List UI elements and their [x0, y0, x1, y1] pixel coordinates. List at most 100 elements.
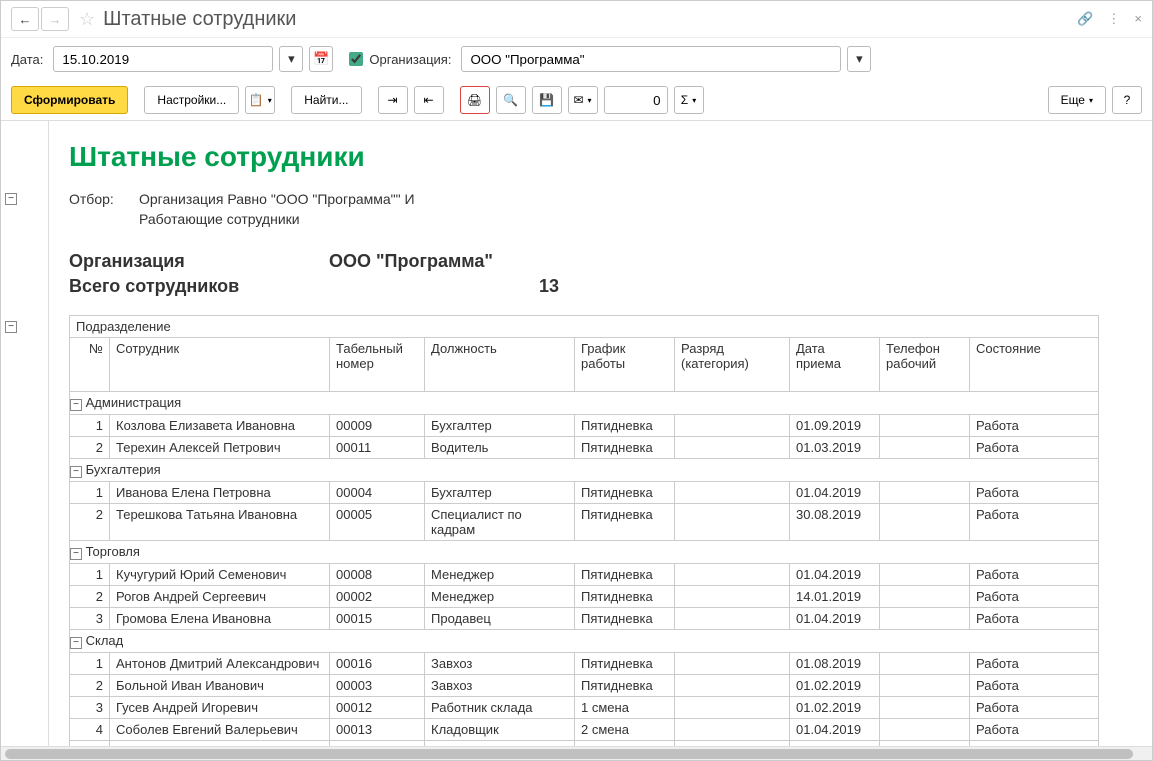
preview-button[interactable]: 🔍	[496, 86, 526, 114]
cell-state: Работа	[970, 504, 1099, 541]
cell-phone	[880, 564, 970, 586]
outline-collapse-2[interactable]: −	[5, 321, 17, 333]
cell-hired: 01.09.2019	[790, 415, 880, 437]
col-pos: Должность	[425, 338, 575, 392]
cell-num: 3	[70, 697, 110, 719]
titlebar: ← → ☆ Штатные сотрудники 🔗 ⋮ ×	[1, 1, 1152, 38]
menu-dots-icon[interactable]: ⋮	[1107, 11, 1120, 27]
mail-button[interactable]: ✉▾	[568, 86, 598, 114]
org-input[interactable]	[461, 46, 841, 72]
date-calendar-button[interactable]: 📅	[309, 46, 333, 72]
cell-emp: Терехин Алексей Петрович	[110, 437, 330, 459]
cell-hired: 30.08.2019	[790, 504, 880, 541]
cell-cat	[675, 741, 790, 747]
table-row[interactable]: 1Кучугурий Юрий Семенович00008МенеджерПя…	[70, 564, 1099, 586]
filter-text-2: Работающие сотрудники	[139, 211, 300, 227]
cell-state: Работа	[970, 564, 1099, 586]
cell-emp: Гусев Андрей Игоревич	[110, 697, 330, 719]
group-name: Администрация	[86, 395, 182, 410]
find-button[interactable]: Найти...	[291, 86, 361, 114]
cell-cat	[675, 608, 790, 630]
preview-icon: 🔍	[503, 93, 518, 107]
cell-cat	[675, 675, 790, 697]
cell-hired: 01.04.2019	[790, 608, 880, 630]
cell-sched: Пятидневка	[575, 653, 675, 675]
cell-emp: Антонов Дмитрий Александрович	[110, 653, 330, 675]
help-button[interactable]: ?	[1112, 86, 1142, 114]
cell-num: 2	[70, 586, 110, 608]
table-row[interactable]: 2Терехин Алексей Петрович00011ВодительПя…	[70, 437, 1099, 459]
cell-tab: 00015	[330, 608, 425, 630]
cell-state: Работа	[970, 415, 1099, 437]
table-row[interactable]: 5Кропоткин Павел Александрович00018Товар…	[70, 741, 1099, 747]
table-row[interactable]: 3Гусев Андрей Игоревич00012Работник скла…	[70, 697, 1099, 719]
date-input[interactable]	[53, 46, 273, 72]
cell-emp: Терешкова Татьяна Ивановна	[110, 504, 330, 541]
more-button[interactable]: Еще ▾	[1048, 86, 1106, 114]
cell-state: Работа	[970, 482, 1099, 504]
generate-button[interactable]: Сформировать	[11, 86, 128, 114]
table-row[interactable]: 2Рогов Андрей Сергеевич00002МенеджерПяти…	[70, 586, 1099, 608]
cell-cat	[675, 586, 790, 608]
cell-pos: Товаровед	[425, 741, 575, 747]
cell-emp: Иванова Елена Петровна	[110, 482, 330, 504]
table-row[interactable]: 4Соболев Евгений Валерьевич00013Кладовщи…	[70, 719, 1099, 741]
cell-state: Работа	[970, 719, 1099, 741]
table-row[interactable]: 1Антонов Дмитрий Александрович00016Завхо…	[70, 653, 1099, 675]
report-area: − − Штатные сотрудники Отбор: Организаци…	[1, 120, 1152, 746]
expand-icon: ⇥	[387, 93, 397, 107]
horizontal-scrollbar[interactable]	[1, 746, 1152, 760]
link-icon[interactable]: 🔗	[1077, 11, 1093, 27]
cell-sched: Пятидневка	[575, 608, 675, 630]
cell-cat	[675, 482, 790, 504]
report-body: Штатные сотрудники Отбор: Организация Ра…	[49, 121, 1109, 746]
save-button[interactable]: 💾	[532, 86, 562, 114]
group-collapse-icon[interactable]: −	[70, 637, 82, 649]
group-collapse-icon[interactable]: −	[70, 466, 82, 478]
cell-pos: Работник склада	[425, 697, 575, 719]
group-collapse-icon[interactable]: −	[70, 399, 82, 411]
collapse-button[interactable]: ⇤	[414, 86, 444, 114]
cell-pos: Бухгалтер	[425, 482, 575, 504]
table-row[interactable]: 1Иванова Елена Петровна00004БухгалтерПят…	[70, 482, 1099, 504]
table-row[interactable]: 3Громова Елена Ивановна00015ПродавецПяти…	[70, 608, 1099, 630]
num-input[interactable]	[604, 86, 668, 114]
cell-emp: Козлова Елизавета Ивановна	[110, 415, 330, 437]
table-row[interactable]: 2Терешкова Татьяна Ивановна00005Специали…	[70, 504, 1099, 541]
cell-tab: 00011	[330, 437, 425, 459]
cell-num: 1	[70, 653, 110, 675]
paste-button[interactable]: 📋▾	[245, 86, 275, 114]
org-dropdown-button[interactable]: ▾	[847, 46, 871, 72]
cell-state: Работа	[970, 697, 1099, 719]
cell-sched: Пятидневка	[575, 482, 675, 504]
org-checkbox[interactable]	[349, 52, 363, 66]
cell-emp: Кропоткин Павел Александрович	[110, 741, 330, 747]
table-row[interactable]: 2Больной Иван Иванович00003ЗавхозПятидне…	[70, 675, 1099, 697]
print-button[interactable]: 🖨	[460, 86, 490, 114]
cell-state: Работа	[970, 741, 1099, 747]
cell-hired: 14.01.2019	[790, 586, 880, 608]
nav-forward-button[interactable]: →	[41, 7, 69, 31]
cell-tab: 00004	[330, 482, 425, 504]
expand-button[interactable]: ⇥	[378, 86, 408, 114]
group-name: Склад	[86, 633, 124, 648]
app-window: ← → ☆ Штатные сотрудники 🔗 ⋮ × Дата: ▾ 📅…	[0, 0, 1153, 761]
col-num: №	[70, 338, 110, 392]
col-state: Состояние	[970, 338, 1099, 392]
table-row[interactable]: 1Козлова Елизавета Ивановна00009Бухгалте…	[70, 415, 1099, 437]
group-collapse-icon[interactable]: −	[70, 548, 82, 560]
date-dropdown-button[interactable]: ▾	[279, 46, 303, 72]
cell-pos: Специалист по кадрам	[425, 504, 575, 541]
settings-button[interactable]: Настройки...	[144, 86, 239, 114]
cell-num: 1	[70, 415, 110, 437]
cell-phone	[880, 415, 970, 437]
nav-back-button[interactable]: ←	[11, 7, 39, 31]
close-icon[interactable]: ×	[1134, 11, 1142, 27]
cell-pos: Кладовщик	[425, 719, 575, 741]
sum-button[interactable]: Σ▾	[674, 86, 704, 114]
favorite-star-icon[interactable]: ☆	[79, 9, 95, 30]
cell-phone	[880, 482, 970, 504]
group-row: − Бухгалтерия	[70, 459, 1099, 482]
outline-collapse-1[interactable]: −	[5, 193, 17, 205]
cell-phone	[880, 586, 970, 608]
